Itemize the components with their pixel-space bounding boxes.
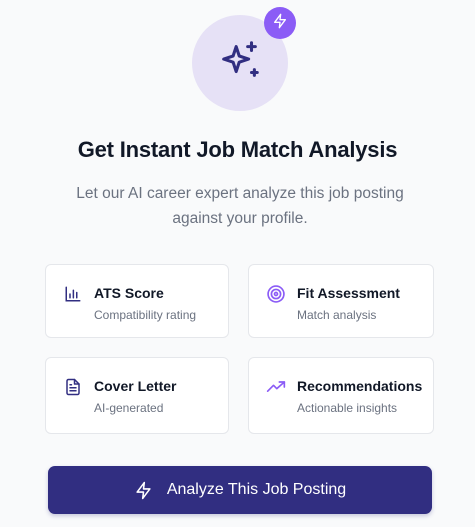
feature-card-ats-score: ATS Score Compatibility rating <box>45 264 229 338</box>
lightning-icon <box>272 13 288 34</box>
bar-chart-icon <box>63 284 83 304</box>
feature-card-fit-assessment: Fit Assessment Match analysis <box>248 264 434 338</box>
feature-title: Recommendations <box>297 378 423 394</box>
feature-title: Cover Letter <box>94 378 177 394</box>
feature-card-recommendations: Recommendations Actionable insights <box>248 357 434 434</box>
feature-subtitle: Compatibility rating <box>94 308 197 322</box>
feature-subtitle: Actionable insights <box>297 401 398 415</box>
sparkles-icon <box>217 38 263 89</box>
feature-title: ATS Score <box>94 285 164 301</box>
trending-up-icon <box>266 377 286 397</box>
feature-subtitle: AI-generated <box>94 401 164 415</box>
lightning-badge <box>264 7 296 39</box>
feature-card-cover-letter: Cover Letter AI-generated <box>45 357 229 434</box>
analyze-button-label: Analyze This Job Posting <box>166 481 347 498</box>
feature-subtitle: Match analysis <box>297 308 377 322</box>
lightning-icon <box>134 481 153 500</box>
feature-title: Fit Assessment <box>297 285 400 301</box>
analyze-job-posting-button[interactable]: Analyze This Job Posting <box>48 466 432 514</box>
target-icon <box>266 284 286 304</box>
page-title: Get Instant Job Match Analysis <box>77 137 398 162</box>
document-icon <box>63 377 83 397</box>
page-subtitle: Let our AI career expert analyze this jo… <box>76 185 404 227</box>
